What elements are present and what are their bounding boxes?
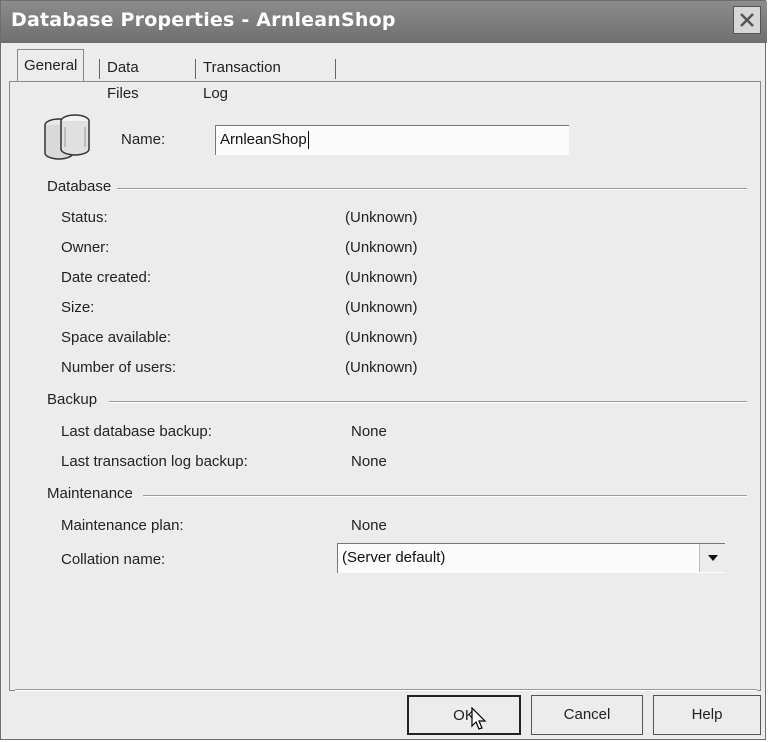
- general-tab-panel: [9, 81, 761, 691]
- status-value: (Unknown): [345, 209, 418, 226]
- date-created-label: Date created:: [61, 269, 152, 286]
- name-label: Name:: [121, 131, 166, 148]
- maintenance-plan-value: None: [351, 517, 387, 534]
- tab-transaction-log[interactable]: Transaction Log: [199, 55, 285, 102]
- mouse-pointer-icon: [471, 707, 487, 730]
- number-of-users-label: Number of users:: [61, 359, 177, 376]
- help-button[interactable]: Help: [653, 695, 761, 735]
- collation-name-label: Collation name:: [61, 551, 166, 568]
- last-database-backup-label: Last database backup:: [61, 423, 212, 440]
- ok-button[interactable]: OK: [407, 695, 521, 735]
- chevron-down-icon: [708, 555, 718, 561]
- collation-name-select[interactable]: (Server default): [337, 543, 725, 573]
- database-section-header: Database: [47, 178, 747, 198]
- database-icon: [44, 114, 90, 160]
- tab-divider: [99, 59, 100, 79]
- section-divider: [143, 495, 747, 497]
- section-divider: [109, 401, 747, 403]
- last-transaction-log-backup-value: None: [351, 453, 387, 470]
- collation-dropdown-button[interactable]: [699, 544, 725, 572]
- tab-divider: [335, 59, 336, 79]
- close-button[interactable]: [733, 6, 761, 34]
- close-icon: [740, 13, 754, 27]
- space-available-value: (Unknown): [345, 329, 418, 346]
- database-section-label: Database: [47, 178, 116, 195]
- tab-data-files[interactable]: Data Files: [103, 55, 143, 102]
- date-created-value: (Unknown): [345, 269, 418, 286]
- space-available-label: Space available:: [61, 329, 172, 346]
- title-bar[interactable]: Database Properties - ArnleanShop: [1, 1, 767, 43]
- owner-label: Owner:: [61, 239, 110, 256]
- footer-divider: [15, 689, 757, 691]
- section-divider: [117, 188, 747, 190]
- status-label: Status:: [61, 209, 108, 226]
- maintenance-plan-label: Maintenance plan:: [61, 517, 184, 534]
- backup-section-header: Backup: [47, 391, 747, 411]
- size-value: (Unknown): [345, 299, 418, 316]
- tab-divider: [195, 59, 196, 79]
- collation-name-value: (Server default): [342, 549, 446, 566]
- name-field[interactable]: ArnleanShop: [215, 125, 569, 155]
- maintenance-section-label: Maintenance: [47, 485, 137, 502]
- maintenance-section-header: Maintenance: [47, 485, 747, 505]
- number-of-users-value: (Unknown): [345, 359, 418, 376]
- window-title: Database Properties - ArnleanShop: [11, 9, 396, 31]
- database-properties-dialog: Database Properties - ArnleanShop Genera…: [0, 0, 767, 740]
- size-label: Size:: [61, 299, 95, 316]
- name-value: ArnleanShop: [220, 131, 307, 148]
- last-database-backup-value: None: [351, 423, 387, 440]
- text-caret: [307, 131, 309, 150]
- tab-general[interactable]: General: [17, 49, 85, 81]
- cancel-button[interactable]: Cancel: [531, 695, 643, 735]
- owner-value: (Unknown): [345, 239, 418, 256]
- backup-section-label: Backup: [47, 391, 102, 408]
- last-transaction-log-backup-label: Last transaction log backup:: [61, 453, 248, 470]
